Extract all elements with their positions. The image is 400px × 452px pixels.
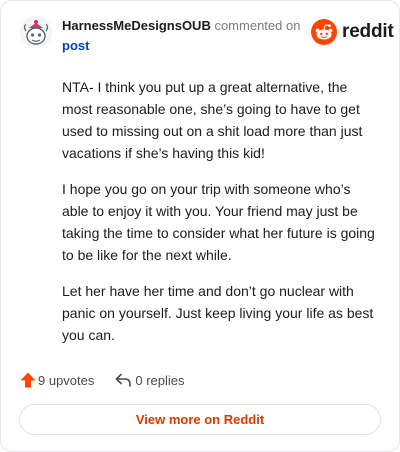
replies-count: 0 replies: [135, 372, 185, 388]
comment-actions: 9 upvotes 0 replies: [19, 369, 185, 391]
comment-body: NTA- I think you put up a great alternat…: [62, 76, 380, 360]
reddit-brand[interactable]: reddit: [311, 19, 394, 45]
post-link[interactable]: post: [62, 36, 302, 56]
reddit-logo-icon: [311, 19, 337, 45]
replies-button[interactable]: 0 replies: [114, 371, 185, 389]
snoo-avatar-icon[interactable]: [19, 15, 53, 49]
comment-paragraph: Let her have her time and don’t go nucle…: [62, 283, 374, 343]
comment-paragraph: NTA- I think you put up a great alternat…: [62, 79, 363, 161]
comment-embed-card: HarnessMeDesignsOUB commented on post re…: [0, 0, 400, 452]
reddit-wordmark: reddit: [342, 21, 394, 42]
commented-on-text: commented on: [214, 18, 301, 33]
upvote-arrow-icon: [19, 371, 37, 389]
upvotes-count: 9 upvotes: [38, 372, 95, 388]
view-more-button[interactable]: View more on Reddit: [19, 404, 381, 435]
username-link[interactable]: HarnessMeDesignsOUB: [62, 18, 211, 33]
comment-header: HarnessMeDesignsOUB commented on post: [62, 16, 302, 56]
reply-arrow-icon: [114, 371, 132, 389]
upvote-button[interactable]: 9 upvotes: [19, 371, 94, 389]
comment-paragraph: I hope you go on your trip with someone …: [62, 181, 375, 263]
